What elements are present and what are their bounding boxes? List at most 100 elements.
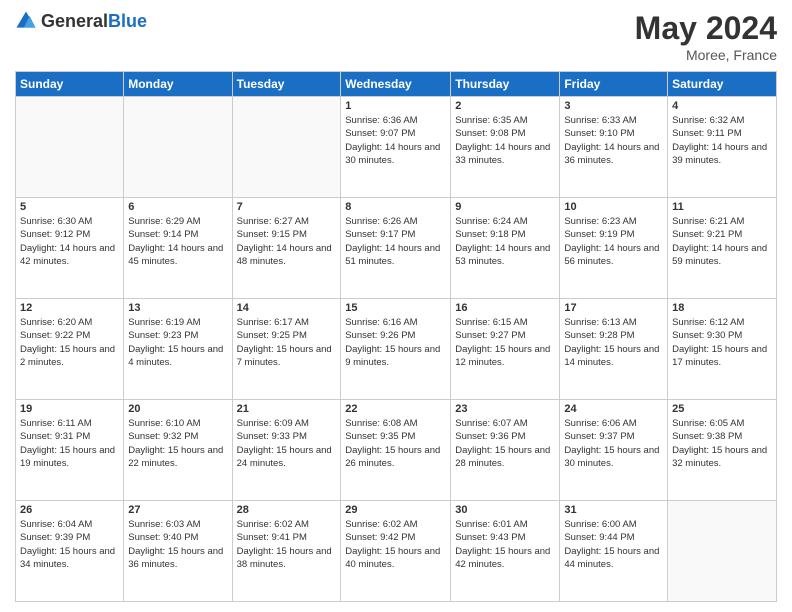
cell-info: Sunrise: 6:15 AM Sunset: 9:27 PM Dayligh…	[455, 316, 555, 369]
col-monday: Monday	[124, 72, 232, 97]
day-number: 22	[345, 403, 446, 415]
cell-info: Sunrise: 6:06 AM Sunset: 9:37 PM Dayligh…	[564, 417, 663, 470]
table-row: 11 Sunrise: 6:21 AM Sunset: 9:21 PM Dayli…	[668, 198, 777, 299]
calendar-week-4: 19Sunrise: 6:11 AM Sunset: 9:31 PM Dayli…	[16, 400, 777, 501]
day-number: 18	[672, 302, 772, 314]
table-row: 20 Sunrise: 6:10 AM Sunset: 9:32 PM Dayli…	[124, 400, 232, 501]
cell-info: Sunrise: 6:10 AM Sunset: 9:32 PM Dayligh…	[128, 417, 227, 470]
table-row: 19Sunrise: 6:11 AM Sunset: 9:31 PM Dayli…	[16, 400, 124, 501]
day-number: 13	[128, 302, 227, 314]
day-number: 30	[455, 504, 555, 516]
day-number: 11	[672, 201, 772, 213]
table-row: 31 Sunrise: 6:00 AM Sunset: 9:44 PM Dayli…	[560, 501, 668, 602]
table-row	[232, 97, 341, 198]
day-number: 20	[128, 403, 227, 415]
col-wednesday: Wednesday	[341, 72, 451, 97]
logo-text: GeneralBlue	[41, 11, 147, 32]
table-row: 6 Sunrise: 6:29 AM Sunset: 9:14 PM Daylig…	[124, 198, 232, 299]
day-number: 16	[455, 302, 555, 314]
cell-info: Sunrise: 6:32 AM Sunset: 9:11 PM Dayligh…	[672, 114, 772, 167]
calendar-table: Sunday Monday Tuesday Wednesday Thursday…	[15, 71, 777, 602]
day-number: 9	[455, 201, 555, 213]
day-number: 29	[345, 504, 446, 516]
day-number: 28	[237, 504, 337, 516]
table-row: 17Sunrise: 6:13 AM Sunset: 9:28 PM Dayli…	[560, 299, 668, 400]
cell-info: Sunrise: 6:05 AM Sunset: 9:38 PM Dayligh…	[672, 417, 772, 470]
cell-info: Sunrise: 6:02 AM Sunset: 9:42 PM Dayligh…	[345, 518, 446, 571]
cell-info: Sunrise: 6:30 AM Sunset: 9:12 PM Dayligh…	[20, 215, 119, 268]
day-number: 25	[672, 403, 772, 415]
table-row	[668, 501, 777, 602]
table-row: 13 Sunrise: 6:19 AM Sunset: 9:23 PM Dayli…	[124, 299, 232, 400]
header: GeneralBlue May 2024 Moree, France	[15, 10, 777, 63]
table-row: 29 Sunrise: 6:02 AM Sunset: 9:42 PM Dayli…	[341, 501, 451, 602]
table-row: 25 Sunrise: 6:05 AM Sunset: 9:38 PM Dayli…	[668, 400, 777, 501]
table-row: 10Sunrise: 6:23 AM Sunset: 9:19 PM Dayli…	[560, 198, 668, 299]
cell-info: Sunrise: 6:01 AM Sunset: 9:43 PM Dayligh…	[455, 518, 555, 571]
page: GeneralBlue May 2024 Moree, France Sunda…	[0, 0, 792, 612]
cell-info: Sunrise: 6:04 AM Sunset: 9:39 PM Dayligh…	[20, 518, 119, 571]
day-number: 26	[20, 504, 119, 516]
cell-info: Sunrise: 6:19 AM Sunset: 9:23 PM Dayligh…	[128, 316, 227, 369]
cell-info: Sunrise: 6:07 AM Sunset: 9:36 PM Dayligh…	[455, 417, 555, 470]
col-friday: Friday	[560, 72, 668, 97]
cell-info: Sunrise: 6:12 AM Sunset: 9:30 PM Dayligh…	[672, 316, 772, 369]
cell-info: Sunrise: 6:00 AM Sunset: 9:44 PM Dayligh…	[564, 518, 663, 571]
cell-info: Sunrise: 6:24 AM Sunset: 9:18 PM Dayligh…	[455, 215, 555, 268]
day-number: 31	[564, 504, 663, 516]
day-number: 10	[564, 201, 663, 213]
day-number: 7	[237, 201, 337, 213]
table-row: 15Sunrise: 6:16 AM Sunset: 9:26 PM Dayli…	[341, 299, 451, 400]
day-number: 23	[455, 403, 555, 415]
calendar-week-2: 5 Sunrise: 6:30 AM Sunset: 9:12 PM Daylig…	[16, 198, 777, 299]
day-number: 17	[564, 302, 663, 314]
table-row	[16, 97, 124, 198]
logo-blue: Blue	[108, 11, 147, 31]
cell-info: Sunrise: 6:16 AM Sunset: 9:26 PM Dayligh…	[345, 316, 446, 369]
day-number: 2	[455, 100, 555, 112]
calendar-week-1: 1Sunrise: 6:36 AM Sunset: 9:07 PM Daylig…	[16, 97, 777, 198]
cell-info: Sunrise: 6:26 AM Sunset: 9:17 PM Dayligh…	[345, 215, 446, 268]
logo-icon	[15, 10, 37, 32]
cell-info: Sunrise: 6:20 AM Sunset: 9:22 PM Dayligh…	[20, 316, 119, 369]
day-number: 5	[20, 201, 119, 213]
table-row: 12 Sunrise: 6:20 AM Sunset: 9:22 PM Dayli…	[16, 299, 124, 400]
day-number: 12	[20, 302, 119, 314]
table-row: 14Sunrise: 6:17 AM Sunset: 9:25 PM Dayli…	[232, 299, 341, 400]
table-row: 8Sunrise: 6:26 AM Sunset: 9:17 PM Daylig…	[341, 198, 451, 299]
cell-info: Sunrise: 6:36 AM Sunset: 9:07 PM Dayligh…	[345, 114, 446, 167]
cell-info: Sunrise: 6:35 AM Sunset: 9:08 PM Dayligh…	[455, 114, 555, 167]
logo-general: General	[41, 11, 108, 31]
cell-info: Sunrise: 6:17 AM Sunset: 9:25 PM Dayligh…	[237, 316, 337, 369]
col-tuesday: Tuesday	[232, 72, 341, 97]
table-row: 9 Sunrise: 6:24 AM Sunset: 9:18 PM Daylig…	[451, 198, 560, 299]
cell-info: Sunrise: 6:21 AM Sunset: 9:21 PM Dayligh…	[672, 215, 772, 268]
cell-info: Sunrise: 6:29 AM Sunset: 9:14 PM Dayligh…	[128, 215, 227, 268]
table-row: 7 Sunrise: 6:27 AM Sunset: 9:15 PM Daylig…	[232, 198, 341, 299]
calendar-week-5: 26 Sunrise: 6:04 AM Sunset: 9:39 PM Dayli…	[16, 501, 777, 602]
table-row: 1Sunrise: 6:36 AM Sunset: 9:07 PM Daylig…	[341, 97, 451, 198]
calendar-header-row: Sunday Monday Tuesday Wednesday Thursday…	[16, 72, 777, 97]
table-row: 2 Sunrise: 6:35 AM Sunset: 9:08 PM Daylig…	[451, 97, 560, 198]
day-number: 21	[237, 403, 337, 415]
table-row: 30 Sunrise: 6:01 AM Sunset: 9:43 PM Dayli…	[451, 501, 560, 602]
month-year: May 2024	[635, 10, 777, 47]
location: Moree, France	[635, 47, 777, 63]
table-row: 21Sunrise: 6:09 AM Sunset: 9:33 PM Dayli…	[232, 400, 341, 501]
day-number: 27	[128, 504, 227, 516]
col-sunday: Sunday	[16, 72, 124, 97]
cell-info: Sunrise: 6:33 AM Sunset: 9:10 PM Dayligh…	[564, 114, 663, 167]
cell-info: Sunrise: 6:11 AM Sunset: 9:31 PM Dayligh…	[20, 417, 119, 470]
table-row: 23 Sunrise: 6:07 AM Sunset: 9:36 PM Dayli…	[451, 400, 560, 501]
table-row: 16 Sunrise: 6:15 AM Sunset: 9:27 PM Dayli…	[451, 299, 560, 400]
cell-info: Sunrise: 6:03 AM Sunset: 9:40 PM Dayligh…	[128, 518, 227, 571]
table-row: 18 Sunrise: 6:12 AM Sunset: 9:30 PM Dayli…	[668, 299, 777, 400]
table-row: 24Sunrise: 6:06 AM Sunset: 9:37 PM Dayli…	[560, 400, 668, 501]
cell-info: Sunrise: 6:27 AM Sunset: 9:15 PM Dayligh…	[237, 215, 337, 268]
table-row: 22 Sunrise: 6:08 AM Sunset: 9:35 PM Dayli…	[341, 400, 451, 501]
day-number: 6	[128, 201, 227, 213]
table-row: 27 Sunrise: 6:03 AM Sunset: 9:40 PM Dayli…	[124, 501, 232, 602]
table-row	[124, 97, 232, 198]
cell-info: Sunrise: 6:08 AM Sunset: 9:35 PM Dayligh…	[345, 417, 446, 470]
cell-info: Sunrise: 6:02 AM Sunset: 9:41 PM Dayligh…	[237, 518, 337, 571]
